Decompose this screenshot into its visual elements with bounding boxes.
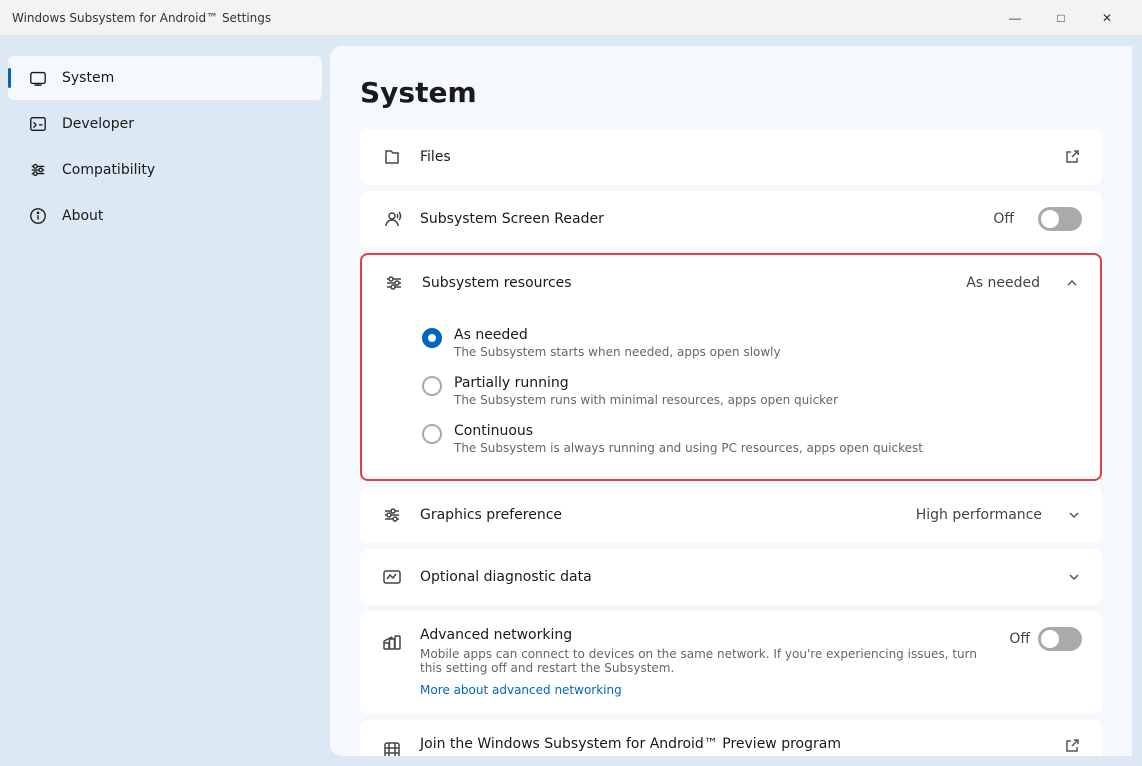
subsystem-resources-options: As needed The Subsystem starts when need… <box>362 311 1100 479</box>
radio-continuous-label: Continuous <box>454 423 923 439</box>
graphics-preference-row[interactable]: Graphics preference High performance <box>360 487 1102 543</box>
subsystem-resources-chevron <box>1064 275 1080 291</box>
join-preview-label: Join the Windows Subsystem for Android™ … <box>420 736 1046 752</box>
advanced-networking-row: Advanced networking Mobile apps can conn… <box>360 611 1102 714</box>
screen-reader-label: Subsystem Screen Reader <box>420 211 977 227</box>
maximize-button[interactable]: □ <box>1038 0 1084 36</box>
graphics-preference-chevron <box>1066 507 1082 523</box>
advanced-networking-sublabel: Mobile apps can connect to devices on th… <box>420 647 977 675</box>
files-item: Files <box>360 129 1102 185</box>
sidebar-item-about[interactable]: About <box>8 194 322 238</box>
diagnostic-data-label: Optional diagnostic data <box>420 569 1050 585</box>
developer-icon <box>28 114 48 134</box>
sidebar: System Developer <box>0 36 330 766</box>
sidebar-item-about-label: About <box>62 208 103 224</box>
title-bar: Windows Subsystem for Android™ Settings … <box>0 0 1142 36</box>
radio-partially-running-label: Partially running <box>454 375 838 391</box>
radio-continuous-circle <box>422 424 442 444</box>
graphics-preference-label: Graphics preference <box>420 507 900 523</box>
subsystem-resources-value: As needed <box>966 275 1040 291</box>
radio-continuous-text: Continuous The Subsystem is always runni… <box>454 423 923 455</box>
screen-reader-toggle[interactable] <box>1038 207 1082 231</box>
advanced-networking-label: Advanced networking <box>420 627 977 643</box>
radio-as-needed-circle <box>422 328 442 348</box>
join-preview-item: Join the Windows Subsystem for Android™ … <box>360 720 1102 756</box>
app-title: Windows Subsystem for Android™ Settings <box>12 11 992 25</box>
minimize-button[interactable]: — <box>992 0 1038 36</box>
app-body: System Developer <box>0 36 1142 766</box>
sidebar-item-developer[interactable]: Developer <box>8 102 322 146</box>
screen-reader-icon <box>380 207 404 231</box>
join-preview-icon <box>380 738 404 756</box>
radio-as-needed-text: As needed The Subsystem starts when need… <box>454 327 781 359</box>
join-preview-sublabel: Sign up to get and use early releases of… <box>420 755 1046 756</box>
sidebar-item-compatibility[interactable]: Compatibility <box>8 148 322 192</box>
radio-as-needed[interactable]: As needed The Subsystem starts when need… <box>422 319 1080 367</box>
sidebar-item-developer-label: Developer <box>62 116 134 132</box>
main-content: System Files <box>330 46 1132 756</box>
graphics-preference-icon <box>380 503 404 527</box>
radio-as-needed-desc: The Subsystem starts when needed, apps o… <box>454 345 781 359</box>
files-row[interactable]: Files <box>360 129 1102 185</box>
diagnostic-data-icon <box>380 565 404 589</box>
advanced-networking-toggle-value: Off <box>1009 631 1030 647</box>
radio-partially-running-desc: The Subsystem runs with minimal resource… <box>454 393 838 407</box>
about-icon <box>28 206 48 226</box>
screen-reader-value: Off <box>993 211 1014 227</box>
subsystem-resources-row[interactable]: Subsystem resources As needed <box>362 255 1100 311</box>
join-preview-row[interactable]: Join the Windows Subsystem for Android™ … <box>360 720 1102 756</box>
screen-reader-item: Subsystem Screen Reader Off <box>360 191 1102 247</box>
advanced-networking-item: Advanced networking Mobile apps can conn… <box>360 611 1102 714</box>
files-external-link-icon <box>1062 147 1082 167</box>
radio-continuous-desc: The Subsystem is always running and usin… <box>454 441 923 455</box>
sidebar-item-system-label: System <box>62 70 114 86</box>
sidebar-item-compatibility-label: Compatibility <box>62 162 155 178</box>
subsystem-resources-item: Subsystem resources As needed As needed … <box>360 253 1102 481</box>
close-button[interactable]: ✕ <box>1084 0 1130 36</box>
diagnostic-data-chevron <box>1066 569 1082 585</box>
files-icon <box>380 145 404 169</box>
page-title: System <box>360 76 1102 109</box>
graphics-preference-value: High performance <box>916 507 1042 523</box>
subsystem-resources-icon <box>382 271 406 295</box>
subsystem-resources-label: Subsystem resources <box>422 275 950 291</box>
window-controls: — □ ✕ <box>992 0 1130 36</box>
diagnostic-data-row[interactable]: Optional diagnostic data <box>360 549 1102 605</box>
sidebar-item-system[interactable]: System <box>8 56 322 100</box>
radio-as-needed-label: As needed <box>454 327 781 343</box>
diagnostic-data-item: Optional diagnostic data <box>360 549 1102 605</box>
compatibility-icon <box>28 160 48 180</box>
join-preview-external-link-icon <box>1062 736 1082 756</box>
files-label: Files <box>420 149 1046 165</box>
system-icon <box>28 68 48 88</box>
radio-partially-running-circle <box>422 376 442 396</box>
settings-list: Files <box>360 129 1102 756</box>
radio-continuous[interactable]: Continuous The Subsystem is always runni… <box>422 415 1080 463</box>
radio-partially-running-text: Partially running The Subsystem runs wit… <box>454 375 838 407</box>
radio-partially-running[interactable]: Partially running The Subsystem runs wit… <box>422 367 1080 415</box>
advanced-networking-link[interactable]: More about advanced networking <box>420 683 622 697</box>
graphics-preference-item: Graphics preference High performance <box>360 487 1102 543</box>
advanced-networking-toggle[interactable] <box>1038 627 1082 651</box>
screen-reader-row: Subsystem Screen Reader Off <box>360 191 1102 247</box>
advanced-networking-icon <box>380 629 404 653</box>
